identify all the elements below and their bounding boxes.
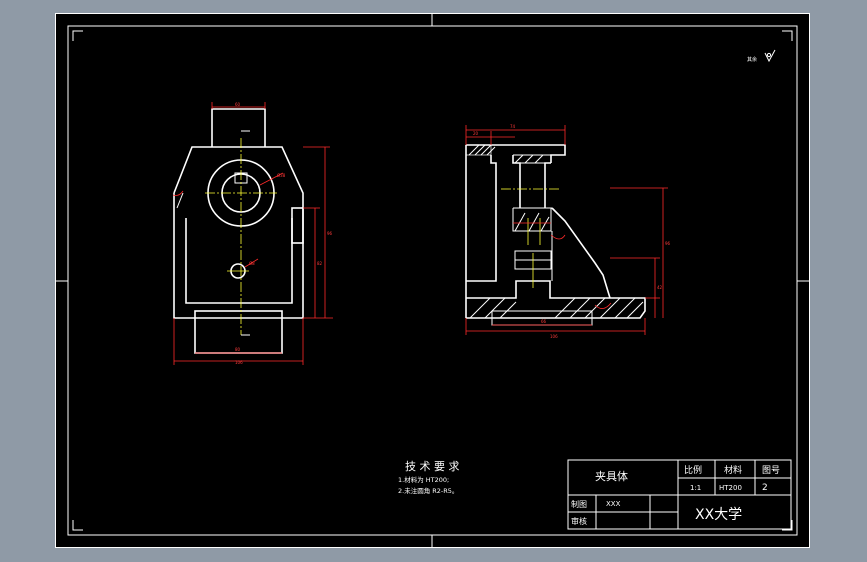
roughness-note: 其余 [747,49,776,63]
svg-text:42: 42 [657,285,663,290]
material-label: 材料 [724,464,742,476]
title-block: 夹具体 比例 材料 图号 1:1 HT200 2 制图 XXX 审核 XX大学 [567,459,792,530]
svg-text:106: 106 [235,360,243,365]
scale-label: 比例 [684,464,702,476]
scale-value: 1:1 [690,484,701,492]
svg-text:20: 20 [473,131,479,136]
material-value: HT200 [719,484,742,492]
drawing-no-label: 图号 [762,465,780,476]
tech-req-line-1: 1.材料为 HT200; [398,475,449,484]
svg-text:Ø38: Ø38 [277,173,286,178]
drafter-label: 制图 [571,499,587,509]
svg-text:80: 80 [235,347,241,352]
reviewer-label: 审核 [571,516,587,526]
drawing-canvas: 其余 60 96 82 80 106 Ø38 Ø8 74 20 96 42 66… [55,13,810,548]
corner-marks [72,30,793,531]
cad-viewport[interactable]: 其余 60 96 82 80 106 Ø38 Ø8 74 20 96 42 66… [0,0,867,562]
roughness-note-text: 其余 [747,56,757,63]
drawing-frame [67,25,798,536]
svg-text:96: 96 [665,241,671,246]
svg-text:60: 60 [235,102,241,107]
section-hatch-base [469,297,644,319]
drawing-no-value: 2 [762,483,768,493]
svg-text:66: 66 [541,319,547,324]
svg-text:106: 106 [550,334,558,339]
svg-text:74: 74 [510,124,516,129]
section-hatch-top [465,144,496,156]
front-view: 60 96 82 80 106 Ø38 Ø8 [172,102,333,365]
tech-req-line-2: 2.未注圆角 R2-R5。 [398,486,458,495]
part-name: 夹具体 [595,469,628,483]
side-view: 74 20 96 42 66 106 [465,124,671,339]
school-name: XX大学 [695,507,742,523]
svg-text:82: 82 [317,261,323,266]
drawing-sheet: 其余 60 96 82 80 106 Ø38 Ø8 74 20 96 42 66… [55,13,810,548]
svg-text:96: 96 [327,231,333,236]
technical-requirements: 技 术 要 求 1.材料为 HT200; 2.未注圆角 R2-R5。 [398,460,460,495]
svg-text:Ø8: Ø8 [249,261,255,266]
drafter-name: XXX [606,500,621,508]
tech-req-title: 技 术 要 求 [405,460,460,473]
